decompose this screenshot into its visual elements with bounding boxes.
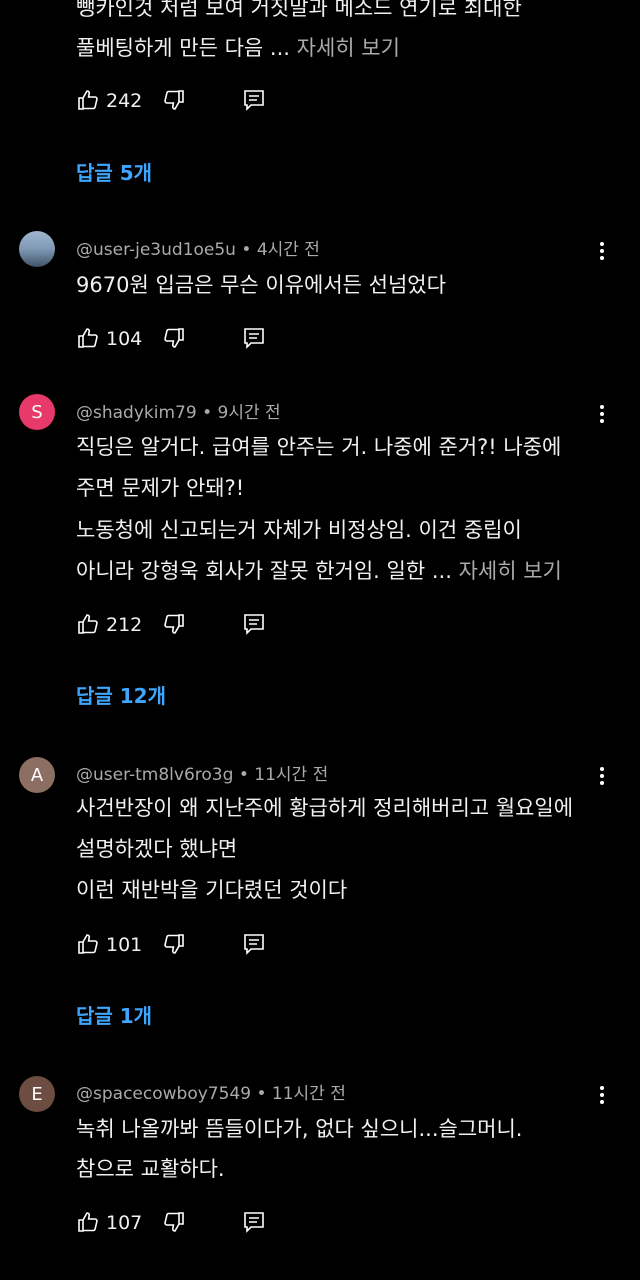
reply-icon[interactable] xyxy=(242,612,266,636)
read-more-link[interactable]: 자세히 보기 xyxy=(297,36,400,60)
comment-meta: @spacecowboy7549 • 11시간 전 xyxy=(76,1084,346,1104)
comment-text-line: 설명하겠다 했냐면 xyxy=(76,837,238,861)
thumb-down-icon[interactable] xyxy=(162,612,186,636)
comment-text-line: 9670원 입금은 무슨 이유에서든 선넘었다 xyxy=(76,273,446,297)
more-vert-icon[interactable] xyxy=(599,239,605,263)
avatar[interactable] xyxy=(19,231,55,267)
comment-text-line: 아니라 강형욱 회사가 잘못 한거임. 일한 ... 자세히 보기 xyxy=(76,559,562,583)
more-vert-icon[interactable] xyxy=(599,764,605,788)
comment-author[interactable]: @user-tm8lv6ro3g xyxy=(76,765,233,785)
comment-time: 11시간 전 xyxy=(254,765,329,785)
replies-link[interactable]: 답글 12개 xyxy=(76,680,166,709)
thumb-down-icon[interactable] xyxy=(162,326,186,350)
comment-text-line: 풀베팅하게 만든 다음 ... 자세히 보기 xyxy=(76,36,400,60)
thumb-down-icon[interactable] xyxy=(162,88,186,112)
thumb-down-icon[interactable] xyxy=(162,1210,186,1234)
more-vert-icon[interactable] xyxy=(599,1083,605,1107)
read-more-link[interactable]: 자세히 보기 xyxy=(459,559,562,583)
reply-icon[interactable] xyxy=(242,1210,266,1234)
thumb-up-icon[interactable] xyxy=(76,612,100,636)
more-vert-icon[interactable] xyxy=(599,402,605,426)
thumb-up-icon[interactable] xyxy=(76,1210,100,1234)
comment-time: 11시간 전 xyxy=(271,1084,346,1104)
thumb-down-icon[interactable] xyxy=(162,932,186,956)
comment-text-line: 뺑카인것 처럼 보여 거짓말과 메소드 연기로 최대한 xyxy=(76,0,522,20)
comment-meta: @user-je3ud1oe5u • 4시간 전 xyxy=(76,240,320,260)
thumb-up-icon[interactable] xyxy=(76,932,100,956)
comment-meta: @shadykim79 • 9시간 전 xyxy=(76,403,281,423)
comment-time: 4시간 전 xyxy=(256,240,320,260)
like-count: 212 xyxy=(106,614,143,636)
like-count: 104 xyxy=(106,328,143,350)
comment-author[interactable]: @shadykim79 xyxy=(76,403,197,423)
comment-text-line: 참으로 교활하다. xyxy=(76,1157,225,1181)
replies-link[interactable]: 답글 5개 xyxy=(76,157,152,186)
comment-text-line: 이런 재반박을 기다렸던 것이다 xyxy=(76,878,348,902)
like-count: 107 xyxy=(106,1212,143,1234)
comment-time: 9시간 전 xyxy=(217,403,281,423)
comment-text-line: 직딩은 알거다. 급여를 안주는 거. 나중에 준거?! 나중에 xyxy=(76,435,562,459)
reply-icon[interactable] xyxy=(242,326,266,350)
avatar[interactable]: E xyxy=(19,1076,55,1112)
comment-author[interactable]: @user-je3ud1oe5u xyxy=(76,240,236,260)
comment-meta: @user-tm8lv6ro3g • 11시간 전 xyxy=(76,765,329,785)
replies-link[interactable]: 답글 1개 xyxy=(76,1000,152,1029)
reply-icon[interactable] xyxy=(242,88,266,112)
comment-author[interactable]: @spacecowboy7549 xyxy=(76,1084,251,1104)
avatar[interactable]: S xyxy=(19,394,55,430)
like-count: 242 xyxy=(106,90,143,112)
thumb-up-icon[interactable] xyxy=(76,88,100,112)
like-count: 101 xyxy=(106,934,143,956)
avatar[interactable]: A xyxy=(19,757,55,793)
thumb-up-icon[interactable] xyxy=(76,326,100,350)
comment-text-line: 사건반장이 왜 지난주에 황급하게 정리해버리고 월요일에 xyxy=(76,796,574,820)
comment-text-line: 노동청에 신고되는거 자체가 비정상임. 이건 중립이 xyxy=(76,518,522,542)
comment-text-line: 녹취 나올까봐 뜸들이다가, 없다 싶으니...슬그머니. xyxy=(76,1117,523,1141)
comment-text-line: 주면 문제가 안돼?! xyxy=(76,476,245,500)
reply-icon[interactable] xyxy=(242,932,266,956)
